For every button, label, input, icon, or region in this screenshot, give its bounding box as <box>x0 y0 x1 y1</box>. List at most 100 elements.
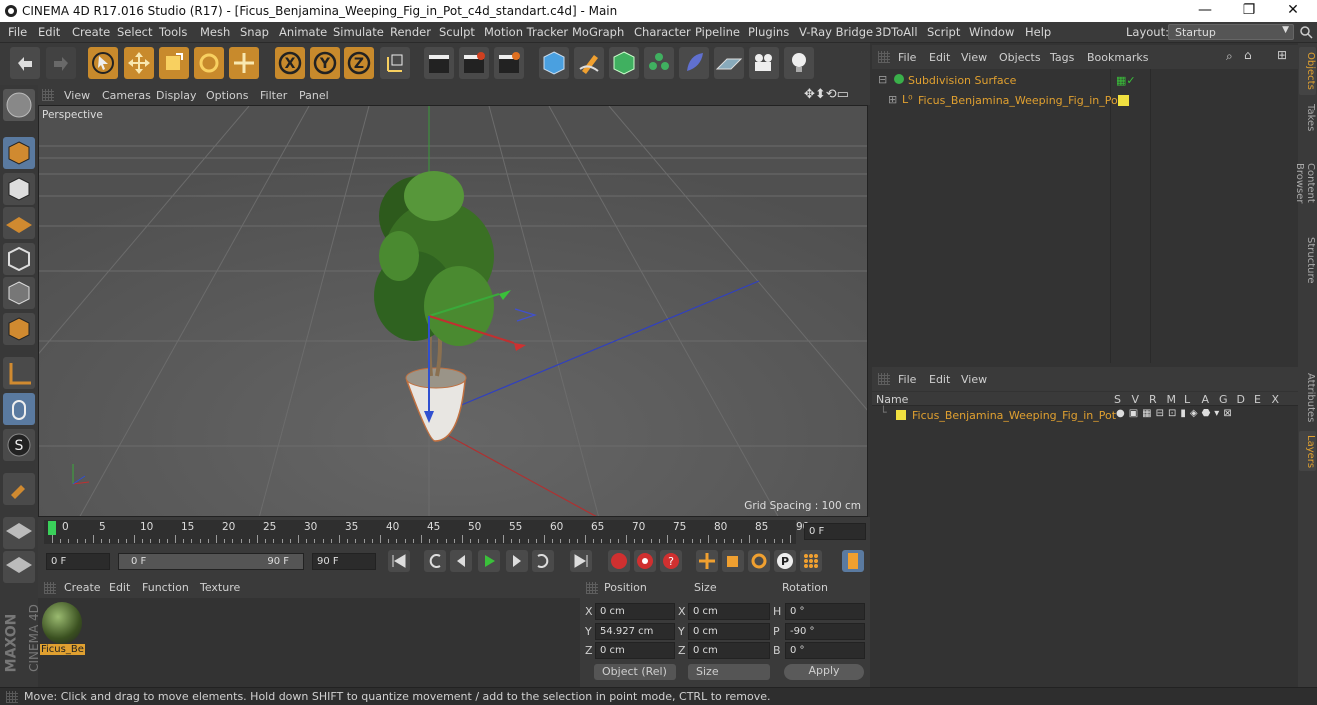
key-pla-button[interactable] <box>800 550 822 572</box>
menu-pipeline[interactable]: Pipeline <box>695 25 740 39</box>
transform-tool-button[interactable] <box>229 47 259 79</box>
tree-toggle-icon[interactable]: ⊟ <box>878 73 887 86</box>
object-name[interactable]: Ficus_Benjamina_Weeping_Fig_in_Pot <box>918 94 1122 107</box>
make-editable-button[interactable] <box>3 89 35 121</box>
pos-z-field[interactable]: 0 cm <box>595 642 675 659</box>
home-icon[interactable]: ⌂ <box>1244 48 1252 62</box>
pos-x-field[interactable]: 0 cm <box>595 603 675 620</box>
mat-menu-texture[interactable]: Texture <box>200 581 240 594</box>
range-slider[interactable]: 0 F 90 F <box>118 553 304 570</box>
start-frame-field[interactable]: 0 F <box>46 553 110 570</box>
next-frame-button[interactable] <box>506 550 528 572</box>
layer-column-l[interactable]: L <box>1184 393 1190 406</box>
render-view-button[interactable] <box>424 47 454 79</box>
menu-plugins[interactable]: Plugins <box>748 25 789 39</box>
menu-mesh[interactable]: Mesh <box>200 25 230 39</box>
tree-toggle-icon[interactable]: ⊞ <box>888 93 897 106</box>
axis-mode-button[interactable] <box>3 357 35 389</box>
menu-snap[interactable]: Snap <box>240 25 269 39</box>
redo-button[interactable] <box>46 47 76 79</box>
playhead[interactable] <box>48 521 56 535</box>
obj-menu-file[interactable]: File <box>898 51 916 64</box>
3d-viewport[interactable]: Perspective Grid Spacing : 100 cm <box>38 105 868 517</box>
undo-button[interactable] <box>10 47 40 79</box>
vp-menu-view[interactable]: View <box>64 89 90 102</box>
record-button[interactable] <box>608 550 630 572</box>
layer-menu-view[interactable]: View <box>961 373 987 386</box>
vp-menu-options[interactable]: Options <box>206 89 248 102</box>
tweak-mode-button[interactable] <box>3 393 35 425</box>
prev-frame-button[interactable] <box>450 550 472 572</box>
key-position-button[interactable] <box>696 550 718 572</box>
camera-button[interactable] <box>749 47 779 79</box>
vp-menu-filter[interactable]: Filter <box>260 89 287 102</box>
layer-flags-icons[interactable]: ●▣▦⊟⊡▮◈⬣▾⊠ <box>1116 408 1236 419</box>
rot-b-field[interactable]: 0 ° <box>785 642 865 659</box>
coordinate-system-button[interactable] <box>380 47 410 79</box>
rot-p-field[interactable]: -90 ° <box>785 623 865 640</box>
menu-script[interactable]: Script <box>927 25 960 39</box>
z-axis-lock-button[interactable]: Z <box>344 47 374 79</box>
apply-button[interactable]: Apply <box>784 664 864 680</box>
material-name[interactable]: Ficus_Be <box>40 644 85 655</box>
add-pen-button[interactable] <box>574 47 604 79</box>
pos-y-field[interactable]: 54.927 cm <box>595 623 675 640</box>
layout-dropdown[interactable]: Startup ▼ <box>1168 24 1294 40</box>
workplane-button[interactable] <box>3 207 35 239</box>
close-button[interactable]: ✕ <box>1270 0 1316 22</box>
deformer-button[interactable] <box>679 47 709 79</box>
menu-help[interactable]: Help <box>1025 25 1051 39</box>
goto-start-button[interactable] <box>388 550 410 572</box>
rotate-tool-button[interactable] <box>194 47 224 79</box>
mat-menu-create[interactable]: Create <box>64 581 101 594</box>
panel-grip[interactable] <box>586 582 598 594</box>
menu-3dtoall[interactable]: 3DToAll <box>875 25 918 39</box>
size-y-field[interactable]: 0 cm <box>688 623 770 640</box>
menu-animate[interactable]: Animate <box>279 25 327 39</box>
menu-edit[interactable]: Edit <box>38 25 60 39</box>
timeline-window-button[interactable] <box>842 550 864 572</box>
keyframe-selection-button[interactable]: ? <box>660 550 682 572</box>
texture-mode-button[interactable] <box>3 173 35 205</box>
layer-row[interactable]: └ Ficus_Benjamina_Weeping_Fig_in_Pot ●▣▦… <box>876 406 1296 424</box>
layer-column-m[interactable]: M <box>1167 393 1177 406</box>
menu-vray-bridge[interactable]: V-Ray Bridge <box>799 25 873 39</box>
vp-menu-panel[interactable]: Panel <box>299 89 329 102</box>
object-name[interactable]: Subdivision Surface <box>908 74 1016 87</box>
layer-color-icon[interactable] <box>896 410 906 420</box>
menu-file[interactable]: File <box>8 25 27 39</box>
search-icon[interactable]: ⌕ <box>1226 49 1233 64</box>
layer-column-x[interactable]: X <box>1272 393 1280 406</box>
layer-column-r[interactable]: R <box>1149 393 1157 406</box>
layer-column-s[interactable]: S <box>1114 393 1121 406</box>
viewport-nav-icon[interactable]: ✥⬍⟲▭ <box>804 87 849 102</box>
tab-attributes[interactable]: Attributes <box>1299 369 1316 425</box>
mat-menu-edit[interactable]: Edit <box>109 581 130 594</box>
obj-menu-tags[interactable]: Tags <box>1050 51 1074 64</box>
x-axis-lock-button[interactable]: X <box>275 47 305 79</box>
coordinate-mode-dropdown[interactable]: Object (Rel) <box>594 664 676 680</box>
end-frame-field[interactable]: 90 F <box>312 553 376 570</box>
edges-mode-button[interactable] <box>3 277 35 309</box>
key-rotation-button[interactable] <box>748 550 770 572</box>
layer-name[interactable]: Ficus_Benjamina_Weeping_Fig_in_Pot <box>912 409 1116 422</box>
floor-button[interactable] <box>714 47 744 79</box>
menu-sculpt[interactable]: Sculpt <box>439 25 475 39</box>
menu-motion-tracker[interactable]: Motion Tracker <box>484 25 568 39</box>
tab-structure[interactable]: Structure <box>1299 233 1316 285</box>
scale-tool-button[interactable] <box>159 47 189 79</box>
layer-column-a[interactable]: A <box>1202 393 1210 406</box>
next-key-button[interactable] <box>532 550 554 572</box>
menu-simulate[interactable]: Simulate <box>333 25 384 39</box>
panel-grip[interactable] <box>44 582 56 594</box>
vp-menu-cameras[interactable]: Cameras <box>102 89 151 102</box>
obj-menu-bookmarks[interactable]: Bookmarks <box>1087 51 1148 64</box>
model-mode-button[interactable] <box>3 137 35 169</box>
workplane-lock-button[interactable] <box>3 517 35 549</box>
add-cube-button[interactable] <box>539 47 569 79</box>
key-scale-button[interactable] <box>722 550 744 572</box>
layer-column-g[interactable]: G <box>1219 393 1228 406</box>
play-button[interactable] <box>478 550 500 572</box>
render-settings-button[interactable] <box>494 47 524 79</box>
restore-button[interactable]: ❐ <box>1226 0 1272 22</box>
